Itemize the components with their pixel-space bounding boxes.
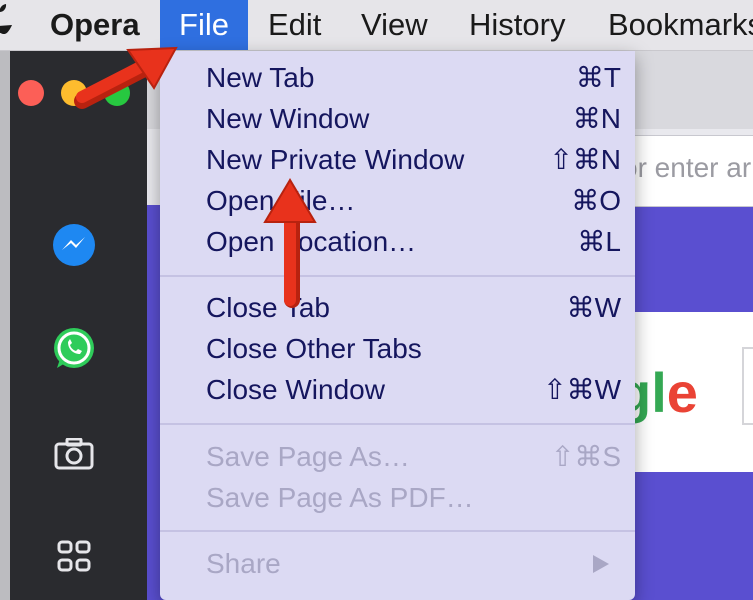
file-menu-dropdown: New Tab ⌘T New Window ⌘N New Private Win…: [160, 51, 635, 600]
menu-item-shortcut: ⌘W: [566, 292, 621, 323]
menu-item-shortcut: ⇧⌘W: [543, 374, 621, 405]
menu-item-label: New Window: [206, 103, 370, 134]
menu-item-label: Save Page As…: [206, 441, 410, 472]
camera-icon[interactable]: [48, 428, 100, 480]
submenu-arrow-icon: [593, 555, 609, 573]
google-logo-l: l: [651, 361, 667, 424]
menu-item-label: Close Tab: [206, 292, 331, 323]
menu-edit[interactable]: Edit: [268, 0, 321, 50]
menu-item-save-page-as-pdf: Save Page As PDF…: [160, 477, 635, 518]
menu-bookmarks[interactable]: Bookmarks: [608, 0, 753, 50]
menu-item-label: Open File…: [206, 185, 356, 216]
menu-item-open-location[interactable]: Open Location… ⌘L: [160, 221, 635, 262]
menu-history[interactable]: History: [469, 0, 565, 50]
menu-item-new-tab[interactable]: New Tab ⌘T: [160, 57, 635, 98]
menu-item-label: New Private Window: [206, 144, 465, 175]
menu-item-shortcut: ⌘O: [571, 185, 621, 216]
menu-item-open-file[interactable]: Open File… ⌘O: [160, 180, 635, 221]
menu-bar: Opera File Edit View History Bookmarks: [0, 0, 753, 51]
menu-item-save-page-as: Save Page As… ⇧⌘S: [160, 436, 635, 477]
menu-item-new-private-window[interactable]: New Private Window ⇧⌘N: [160, 139, 635, 180]
menu-separator: [160, 423, 635, 425]
apple-icon[interactable]: [0, 0, 14, 50]
menu-item-close-tab[interactable]: Close Tab ⌘W: [160, 287, 635, 328]
menu-item-label: Open Location…: [206, 226, 417, 257]
menu-item-new-window[interactable]: New Window ⌘N: [160, 98, 635, 139]
menu-item-label: Share: [206, 548, 281, 579]
menu-separator: [160, 530, 635, 532]
window-zoom-button[interactable]: [104, 80, 130, 106]
menu-item-label: Close Window: [206, 374, 385, 405]
menu-file[interactable]: File: [160, 0, 248, 50]
menu-item-shortcut: ⌘N: [572, 103, 621, 134]
menu-item-shortcut: ⇧⌘N: [549, 144, 621, 175]
messenger-icon[interactable]: [48, 220, 100, 272]
menu-item-label: Save Page As PDF…: [206, 482, 474, 513]
address-placeholder: or enter ar: [622, 152, 752, 183]
menu-separator: [160, 275, 635, 277]
menu-item-shortcut: ⇧⌘S: [550, 441, 621, 472]
window-minimize-button[interactable]: [61, 80, 87, 106]
menu-item-label: New Tab: [206, 62, 315, 93]
menu-item-close-window[interactable]: Close Window ⇧⌘W: [160, 369, 635, 410]
menu-item-share: Share: [160, 543, 635, 584]
apps-grid-icon[interactable]: [48, 531, 100, 583]
google-logo-e: e: [666, 361, 698, 424]
sidebar-edge: [0, 51, 10, 600]
window-close-button[interactable]: [18, 80, 44, 106]
menu-view[interactable]: View: [361, 0, 428, 50]
google-search-box[interactable]: [742, 347, 753, 425]
whatsapp-icon[interactable]: [48, 323, 100, 375]
menu-opera[interactable]: Opera: [50, 0, 140, 50]
menu-item-label: Close Other Tabs: [206, 333, 422, 364]
menu-item-shortcut: ⌘T: [575, 62, 621, 93]
menu-item-shortcut: ⌘L: [577, 226, 621, 257]
menu-item-close-other-tabs[interactable]: Close Other Tabs: [160, 328, 635, 369]
